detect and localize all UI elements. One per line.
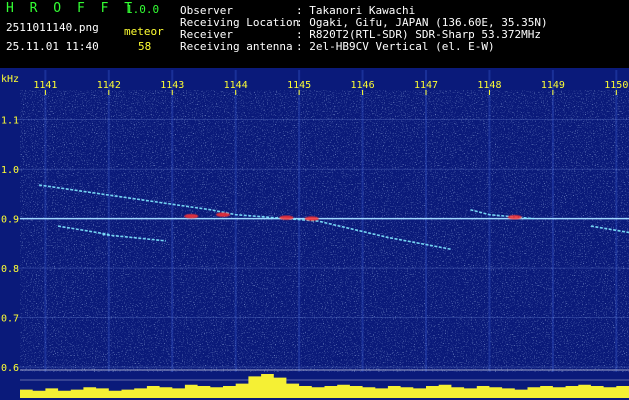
y-axis-label: kHz [1, 74, 19, 85]
y-tick-1.1: 1.1 [1, 116, 19, 127]
minute-band-1150 [615, 70, 618, 380]
y-tick-0.6: 0.6 [1, 363, 19, 374]
minute-band-1141 [44, 70, 47, 380]
minute-band-1148 [488, 70, 491, 380]
echo-hotspot-0 [184, 213, 199, 219]
minute-band-1144 [234, 70, 237, 380]
spectrogram-chart: 1141 1142 1143 1144 1145 1146 1147 1148 1149 1150… [0, 68, 629, 400]
x-tick-1142: 1142 [97, 80, 121, 91]
x-tick-1148: 1148 [477, 80, 501, 91]
echo-hotspot-4 [507, 214, 522, 220]
x-tick-1144: 1144 [224, 80, 248, 91]
y-tick-0.7: 0.7 [1, 314, 19, 325]
minute-band-1149 [551, 70, 554, 380]
y-tick-1.0: 1.0 [1, 165, 19, 176]
echo-hotspot-1 [216, 212, 230, 217]
echo-hotspot-3 [304, 216, 319, 221]
x-tick-1146: 1146 [351, 80, 375, 91]
x-tick-1149: 1149 [541, 80, 565, 91]
x-tick-1147: 1147 [414, 80, 438, 91]
spectrogram-noise [20, 90, 629, 380]
minute-band-1145 [298, 70, 301, 380]
minute-band-1142 [107, 70, 110, 380]
minute-band-1147 [425, 70, 427, 380]
x-tick-1141: 1141 [33, 80, 57, 91]
x-tick-1150: 1150 [604, 80, 628, 91]
x-tick-1143: 1143 [160, 80, 184, 91]
y-tick-0.9: 0.9 [1, 215, 19, 226]
minute-band-1146 [361, 70, 364, 380]
minute-band-1143 [171, 70, 174, 380]
echo-hotspot-2 [279, 215, 294, 220]
y-tick-0.8: 0.8 [1, 264, 19, 275]
x-tick-1145: 1145 [287, 80, 311, 91]
